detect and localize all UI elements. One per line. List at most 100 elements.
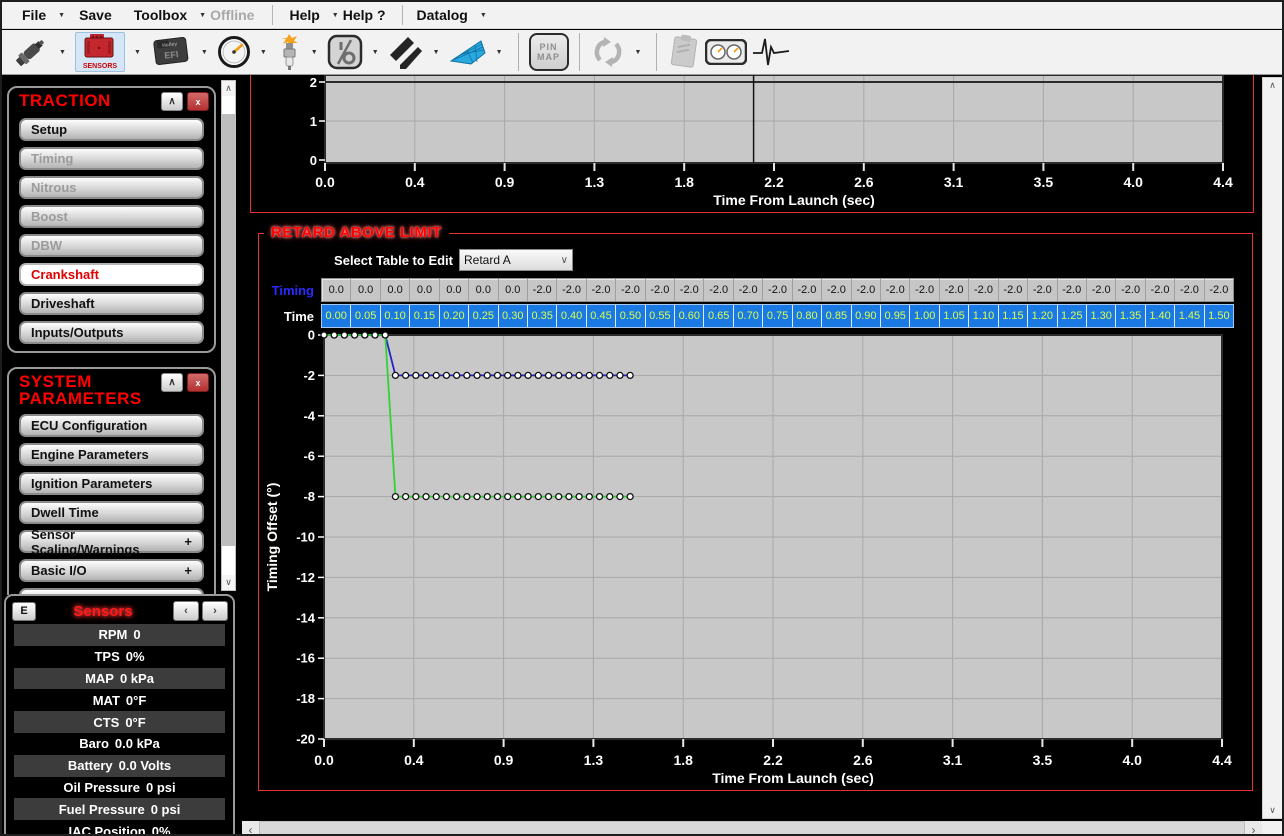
timing-cell[interactable]: -2.0	[999, 279, 1028, 301]
timing-cell[interactable]: -2.0	[704, 279, 733, 301]
collapse-icon[interactable]: ∧	[161, 92, 183, 111]
sync-icon[interactable]	[590, 34, 626, 70]
scroll-up-icon[interactable]: ∧	[222, 81, 235, 96]
timing-cell[interactable]: -2.0	[1116, 279, 1145, 301]
time-cell[interactable]: 1.25	[1058, 305, 1087, 327]
timing-cell[interactable]: -2.0	[1146, 279, 1175, 301]
io-icon[interactable]	[327, 34, 363, 70]
timing-cell[interactable]: -2.0	[646, 279, 675, 301]
time-cell[interactable]: 1.15	[999, 305, 1028, 327]
menu-item-datalog[interactable]: Datalog▼	[417, 7, 487, 23]
time-cell[interactable]: 1.30	[1087, 305, 1116, 327]
pinmap-icon[interactable]: PINMAP	[529, 33, 569, 71]
surface-icon[interactable]	[449, 37, 487, 67]
timing-cell[interactable]: -2.0	[1205, 279, 1233, 301]
timing-cell[interactable]: -2.0	[1175, 279, 1204, 301]
efi-icon[interactable]: HolleyEFI	[150, 35, 192, 69]
horizontal-scroll-thumb[interactable]	[259, 821, 1245, 836]
timing-cell[interactable]: -2.0	[557, 279, 586, 301]
time-cell[interactable]: 0.70	[734, 305, 763, 327]
time-cell[interactable]: 0.05	[351, 305, 380, 327]
close-icon[interactable]: x	[187, 92, 209, 111]
timing-cell[interactable]: -2.0	[734, 279, 763, 301]
timing-cell[interactable]: 0.0	[469, 279, 498, 301]
time-cell[interactable]: 1.50	[1205, 305, 1233, 327]
time-cell[interactable]: 0.35	[528, 305, 557, 327]
time-cell[interactable]: 0.50	[616, 305, 645, 327]
menu-item-offline[interactable]: Offline	[210, 7, 254, 23]
table-select-dropdown[interactable]: Retard A ∨	[459, 249, 573, 271]
injector-icon[interactable]	[12, 33, 50, 71]
timing-cell[interactable]: -2.0	[528, 279, 557, 301]
toolbar-caret-icon[interactable]: ▼	[260, 49, 267, 56]
menu-item-save[interactable]: Save	[79, 7, 112, 23]
traction-button-crankshaft[interactable]: Crankshaft	[19, 263, 204, 286]
menu-item-help[interactable]: Help▼	[289, 7, 338, 23]
belt-icon[interactable]	[388, 35, 424, 69]
time-cell[interactable]: 1.40	[1146, 305, 1175, 327]
timing-cell[interactable]: -2.0	[1087, 279, 1116, 301]
time-cell[interactable]: 0.85	[822, 305, 851, 327]
sensors-icon[interactable]: SENSORS	[75, 32, 125, 72]
sparkplug-icon[interactable]	[276, 34, 302, 70]
time-cell[interactable]: 1.45	[1175, 305, 1204, 327]
time-cell[interactable]: 1.05	[940, 305, 969, 327]
scroll-down-icon[interactable]: ∨	[1263, 803, 1282, 818]
sensors-edit-button[interactable]: E	[12, 602, 36, 621]
traction-button-boost[interactable]: Boost	[19, 205, 204, 228]
horizontal-scrollbar[interactable]: ‹ ›	[242, 821, 1262, 836]
timing-cell[interactable]: -2.0	[822, 279, 851, 301]
timing-cell[interactable]: 0.0	[499, 279, 528, 301]
system-button-basic-i-o[interactable]: Basic I/O+	[19, 559, 204, 582]
sidebar-scrollbar[interactable]: ∧ ∨	[221, 80, 236, 591]
toolbar-caret-icon[interactable]: ▼	[311, 49, 318, 56]
timing-cell[interactable]: -2.0	[587, 279, 616, 301]
system-button-engine-parameters[interactable]: Engine Parameters	[19, 443, 204, 466]
vertical-scrollbar[interactable]: ∧ ∨	[1262, 77, 1283, 819]
time-cell[interactable]: 0.40	[557, 305, 586, 327]
toolbar-caret-icon[interactable]: ▼	[635, 49, 642, 56]
waveform-icon[interactable]	[751, 36, 791, 68]
traction-button-driveshaft[interactable]: Driveshaft	[19, 292, 204, 315]
sensors-prev-button[interactable]: ‹	[173, 601, 199, 621]
menu-item-file[interactable]: File▼	[22, 7, 65, 23]
scroll-up-icon[interactable]: ∧	[1263, 78, 1282, 93]
time-cell[interactable]: 0.90	[852, 305, 881, 327]
gauges-icon[interactable]	[705, 39, 747, 65]
time-cell[interactable]: 0.10	[381, 305, 410, 327]
time-cell[interactable]: 0.60	[675, 305, 704, 327]
traction-button-inputs-outputs[interactable]: Inputs/Outputs	[19, 321, 204, 344]
toolbar-caret-icon[interactable]: ▼	[134, 49, 141, 56]
timing-cell[interactable]: -2.0	[1058, 279, 1087, 301]
traction-button-nitrous[interactable]: Nitrous	[19, 176, 204, 199]
timing-cell[interactable]: 0.0	[322, 279, 351, 301]
time-cell[interactable]: 1.35	[1116, 305, 1145, 327]
time-cell[interactable]: 0.25	[469, 305, 498, 327]
time-cell[interactable]: 0.95	[881, 305, 910, 327]
timing-cell[interactable]: 0.0	[440, 279, 469, 301]
toolbar-caret-icon[interactable]: ▼	[372, 49, 379, 56]
time-cell[interactable]: 0.65	[704, 305, 733, 327]
traction-button-setup[interactable]: Setup	[19, 118, 204, 141]
time-cell[interactable]: 0.30	[499, 305, 528, 327]
traction-button-timing[interactable]: Timing	[19, 147, 204, 170]
time-cell[interactable]: 1.00	[910, 305, 939, 327]
timing-cell[interactable]: -2.0	[969, 279, 998, 301]
time-cell[interactable]: 0.20	[440, 305, 469, 327]
menu-item-toolbox[interactable]: Toolbox▼	[134, 7, 206, 23]
collapse-icon[interactable]: ∧	[161, 373, 183, 392]
timing-cell[interactable]: -2.0	[852, 279, 881, 301]
clipboard-icon[interactable]	[667, 34, 701, 70]
time-cell[interactable]: 0.75	[763, 305, 792, 327]
timing-cell[interactable]: 0.0	[410, 279, 439, 301]
time-cell[interactable]: 0.45	[587, 305, 616, 327]
toolbar-caret-icon[interactable]: ▼	[433, 49, 440, 56]
scroll-left-icon[interactable]: ‹	[242, 821, 259, 836]
time-cell[interactable]: 1.20	[1028, 305, 1057, 327]
sensors-next-button[interactable]: ›	[202, 601, 228, 621]
timing-cell[interactable]: -2.0	[910, 279, 939, 301]
timing-cell[interactable]: -2.0	[675, 279, 704, 301]
timing-cell[interactable]: -2.0	[763, 279, 792, 301]
timing-cell[interactable]: -2.0	[793, 279, 822, 301]
system-button-ignition-parameters[interactable]: Ignition Parameters	[19, 472, 204, 495]
